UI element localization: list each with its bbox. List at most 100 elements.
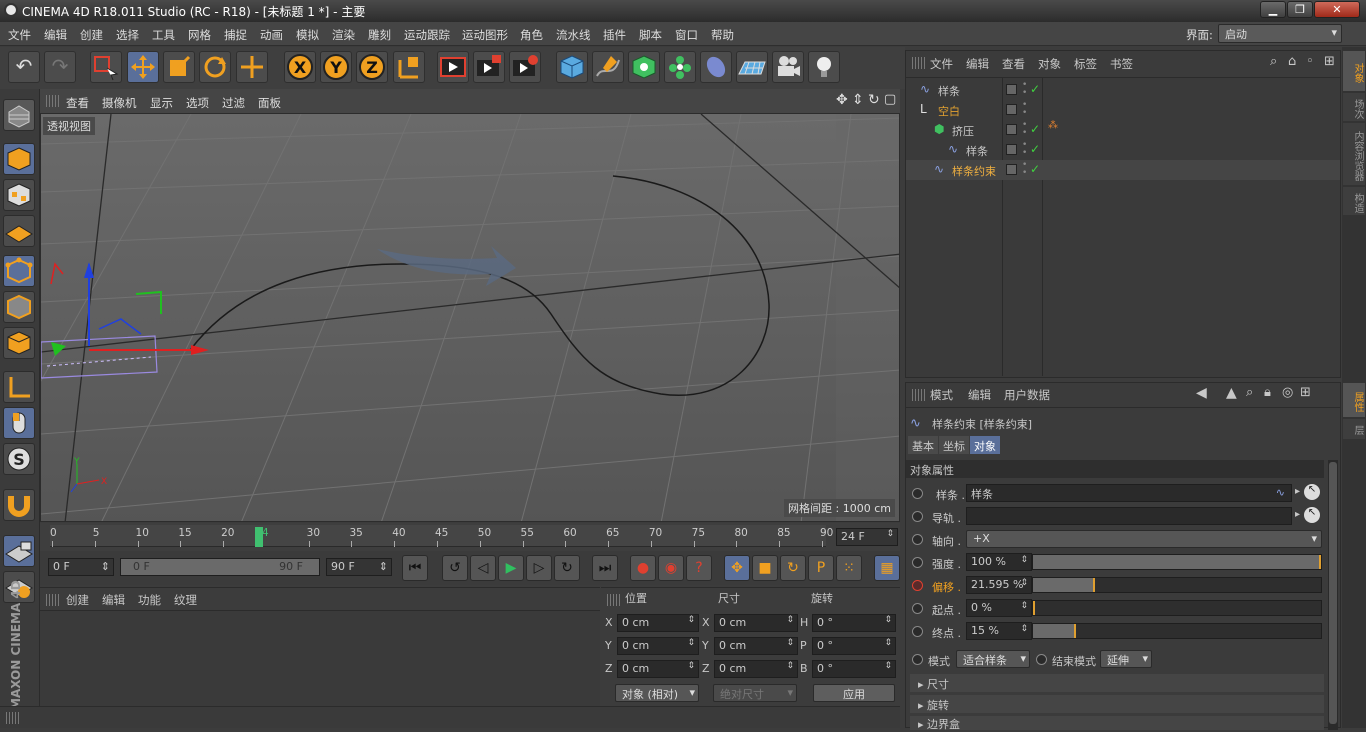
model-mode-icon[interactable] — [3, 143, 35, 175]
material-menu-function[interactable]: 功能 — [138, 592, 161, 608]
animate-radio-icon[interactable] — [912, 511, 923, 522]
animate-radio-icon[interactable] — [912, 626, 923, 637]
menu-plugins[interactable]: 插件 — [603, 27, 626, 43]
pick-object-icon[interactable]: ↖ — [1304, 507, 1320, 523]
visibility-dots-icon[interactable]: • • — [1022, 141, 1027, 158]
undo-button[interactable]: ↶ — [8, 51, 40, 83]
percent-field[interactable]: 15 % ⇕ — [966, 622, 1032, 640]
deformer-icon[interactable] — [700, 51, 732, 83]
layer-box-icon[interactable] — [1006, 84, 1017, 95]
close-button[interactable]: ✕ — [1314, 1, 1360, 18]
previous-key-button[interactable]: ↺ — [442, 555, 468, 581]
redo-button[interactable]: ↷ — [44, 51, 76, 83]
viewport-menu-panel[interactable]: 面板 — [258, 95, 281, 111]
om-menu-edit[interactable]: 编辑 — [966, 56, 989, 72]
om-menu-view[interactable]: 查看 — [1002, 56, 1025, 72]
edges-mode-icon[interactable] — [3, 291, 35, 323]
om-menu-tags[interactable]: 标签 — [1074, 56, 1097, 72]
texture-mode-icon[interactable] — [3, 179, 35, 211]
current-frame-field[interactable]: 24 F ⇕ — [836, 528, 898, 546]
om-menu-objects[interactable]: 对象 — [1038, 56, 1061, 72]
mode-dropdown[interactable]: 适合样条 ▾ — [956, 650, 1030, 668]
tab-takes-vertical[interactable]: 场次 — [1343, 93, 1365, 121]
rotate-tool-icon[interactable] — [199, 51, 231, 83]
playhead[interactable] — [255, 527, 263, 547]
keyframe-selection-icon[interactable]: ? — [686, 555, 712, 581]
enabled-check-icon[interactable]: ✓ — [1030, 142, 1040, 156]
enabled-check-icon[interactable]: ✓ — [1030, 82, 1040, 96]
om-menu-bookmarks[interactable]: 书签 — [1110, 56, 1133, 72]
menu-pipeline[interactable]: 流水线 — [556, 27, 591, 43]
om-home-icon[interactable]: ⌂ — [1288, 54, 1296, 69]
tab-basic[interactable]: 基本 — [908, 436, 938, 454]
scale-tool-icon[interactable] — [163, 51, 195, 83]
visibility-dots-icon[interactable]: • • — [1022, 101, 1027, 118]
percent-field[interactable]: 100 % ⇕ — [966, 553, 1032, 571]
axis-z-button[interactable]: Z — [356, 51, 388, 83]
percent-field[interactable]: 21.595 % ⇕ — [966, 576, 1032, 594]
am-search-icon[interactable]: ⌕ — [1246, 385, 1253, 400]
key-scale-icon[interactable]: ■ — [752, 555, 778, 581]
object-row[interactable]: ∿ 样条约束 • • ✓ — [906, 160, 1340, 180]
rotation-field[interactable]: 0 ° ⇕ — [812, 660, 896, 678]
menu-window[interactable]: 窗口 — [675, 27, 698, 43]
value-slider[interactable] — [1032, 600, 1322, 616]
value-slider[interactable] — [1032, 623, 1322, 639]
tweak-mode-icon[interactable] — [3, 407, 35, 439]
enabled-check-icon[interactable]: ✓ — [1030, 162, 1040, 176]
subdivision-icon[interactable] — [628, 51, 660, 83]
material-menu-texture[interactable]: 纹理 — [174, 592, 197, 608]
lock-workplane-icon[interactable] — [3, 535, 35, 567]
am-menu-mode[interactable]: 模式 — [930, 387, 953, 403]
tab-content-browser-vertical[interactable]: 内容浏览器 — [1343, 123, 1365, 185]
percent-field[interactable]: 0 % ⇕ — [966, 599, 1032, 617]
rotation-field[interactable]: 0 ° ⇕ — [812, 614, 896, 632]
size-field[interactable]: 0 cm ⇕ — [714, 637, 798, 655]
object-name[interactable]: 空白 — [938, 103, 960, 119]
layer-box-icon[interactable] — [1006, 164, 1017, 175]
polygons-mode-icon[interactable] — [3, 327, 35, 359]
axis-x-button[interactable]: X — [284, 51, 316, 83]
position-field[interactable]: 0 cm ⇕ — [617, 660, 699, 678]
viewport-menu-cameras[interactable]: 摄像机 — [102, 95, 137, 111]
timeline-ruler[interactable]: 051015202430354045505560657075808590 24 … — [40, 523, 900, 551]
menu-edit[interactable]: 编辑 — [44, 27, 67, 43]
next-frame-button[interactable]: ▷ — [526, 555, 552, 581]
material-menu-edit[interactable]: 编辑 — [102, 592, 125, 608]
render-view-icon[interactable] — [437, 51, 469, 83]
animate-radio-icon[interactable] — [912, 557, 923, 568]
workplane-icon[interactable] — [3, 215, 35, 247]
object-name[interactable]: 样条 — [938, 83, 960, 99]
viewport-menu-filter[interactable]: 过滤 — [222, 95, 245, 111]
menu-mesh[interactable]: 网格 — [188, 27, 211, 43]
material-menu-create[interactable]: 创建 — [66, 592, 89, 608]
perspective-viewport[interactable]: YX 透视视图 网格间距 : 1000 cm — [40, 113, 900, 522]
tab-layers-vertical[interactable]: 层 — [1343, 419, 1365, 439]
mode-radio-icon[interactable] — [912, 654, 923, 665]
am-back-arrow-icon[interactable]: ◀ — [1196, 385, 1207, 401]
tab-object[interactable]: 对象 — [970, 436, 1000, 454]
am-menu-edit[interactable]: 编辑 — [968, 387, 991, 403]
slider-handle[interactable] — [1093, 578, 1095, 592]
tag-icon[interactable]: ⁂ — [1048, 120, 1058, 131]
tab-attributes-vertical[interactable]: 属性 — [1343, 383, 1365, 417]
coordinate-system-icon[interactable] — [393, 51, 425, 83]
object-name[interactable]: 样条约束 — [952, 163, 996, 179]
object-name[interactable]: 挤压 — [952, 123, 974, 139]
object-row[interactable]: ⬢ 挤压 • • ✓ ⁂ — [906, 120, 1340, 140]
size-field[interactable]: 0 cm ⇕ — [714, 614, 798, 632]
viewport-pan-icon[interactable]: ✥ — [836, 92, 848, 108]
menu-mograph[interactable]: 运动图形 — [462, 27, 508, 43]
viewport-toggle-icon[interactable]: ▢ — [884, 92, 896, 107]
go-to-end-button[interactable]: ⏭ — [592, 555, 618, 581]
coords-size-mode-dropdown[interactable]: 绝对尺寸 ▾ — [713, 684, 797, 702]
layer-box-icon[interactable] — [1006, 144, 1017, 155]
key-position-icon[interactable]: ✥ — [724, 555, 750, 581]
object-row[interactable]: ∿ 样条 • • ✓ — [906, 140, 1340, 160]
visibility-dots-icon[interactable]: • • — [1022, 121, 1027, 138]
snap-icon[interactable]: S — [3, 443, 35, 475]
cloner-icon[interactable] — [664, 51, 696, 83]
range-slider[interactable]: 0 F 90 F — [120, 558, 320, 576]
play-button[interactable]: ▶ — [498, 555, 524, 581]
object-row[interactable]: ∿ 样条 • • ✓ — [906, 80, 1340, 100]
